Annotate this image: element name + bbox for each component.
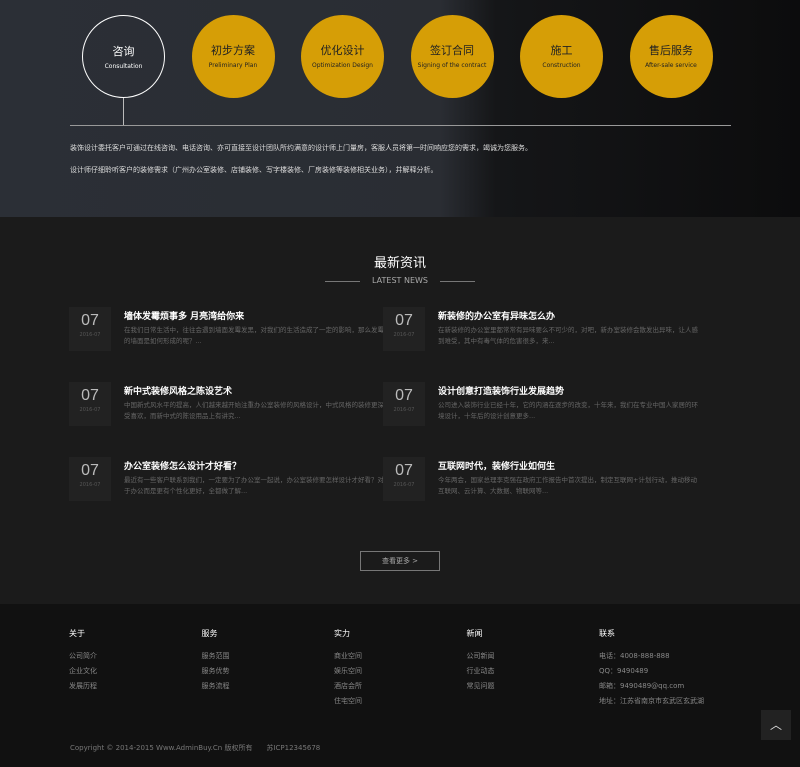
news-title[interactable]: 墙体发霉烦事多 月亮湾给你来 bbox=[124, 309, 244, 322]
step-subtitle: Optimization Design bbox=[311, 62, 373, 69]
footer-link: 电话：4008-888-888 bbox=[599, 652, 670, 660]
step-title: 优化设计 bbox=[320, 44, 365, 57]
news-summary: 公司进入装饰行业已经十年，它的内涵在逐步的改变，十年来，我们在专业中国人家居的环… bbox=[438, 401, 698, 420]
footer-column-title: 联系 bbox=[599, 629, 615, 638]
timeline-line bbox=[70, 125, 731, 126]
news-summary: 在新装修的办公室里都常常有异味要么不可少的，对吧，新办室装修会散发出异味，让人感… bbox=[438, 326, 698, 345]
step-subtitle: After-sale service bbox=[645, 62, 697, 69]
process-step[interactable]: 施工 Construction bbox=[520, 15, 603, 98]
process-step[interactable]: 签订合同 Signing of the contract bbox=[410, 15, 494, 98]
news-item[interactable]: 07 2016-07 新装修的办公室有异味怎么办在新装修的办公室里都常常有异味要么不… bbox=[383, 307, 703, 357]
footer-link[interactable]: 常见问题 bbox=[467, 679, 495, 694]
view-more-button[interactable]: 查看更多 > bbox=[360, 551, 440, 571]
news-title[interactable]: 新中式装修风格之陈设艺术 bbox=[124, 384, 232, 397]
news-date: 07 2016-07 bbox=[69, 457, 111, 501]
step-title: 签订合同 bbox=[430, 44, 474, 57]
footer-link[interactable]: 酒店会所 bbox=[334, 679, 362, 694]
news-item[interactable]: 07 2016-07 办公室装修怎么设计才好看？ 最近有一些客户联系到我们，一定要为了… bbox=[69, 457, 389, 507]
news-day: 07 bbox=[395, 387, 413, 404]
news-item[interactable]: 07 2016-07 墙体发霉烦事多 月亮湾给你来在我们日常生活中，往往会遇到墙面发… bbox=[69, 307, 389, 357]
divider bbox=[440, 281, 475, 282]
footer-column: 新闻公司新闻 行业动态 常见问题 bbox=[467, 628, 495, 694]
news-item[interactable]: 07 2016-07 设计创意打造装饰行业发展趋势公司进入装饰行业已经十年，它的内涵… bbox=[383, 382, 703, 432]
news-month: 2016-07 bbox=[393, 482, 415, 488]
news-title[interactable]: 新装修的办公室有异味怎么办 bbox=[438, 309, 555, 322]
footer-column-title: 服务 bbox=[201, 629, 218, 638]
news-day: 07 bbox=[81, 312, 99, 329]
news-month: 2016-07 bbox=[393, 407, 415, 413]
news-title[interactable]: 设计创意打造装饰行业发展趋势 bbox=[438, 384, 564, 397]
news-summary: 在我们日常生活中，往往会遇到墙面发霉发黑，对我们的生活造成了一定的影响，那么发霉… bbox=[124, 326, 384, 345]
footer-link[interactable]: 娱乐空间 bbox=[334, 664, 362, 679]
footer-link[interactable]: 行业动态 bbox=[467, 664, 495, 679]
news-month: 2016-07 bbox=[79, 332, 101, 338]
timeline-pointer bbox=[123, 98, 124, 125]
copyright: Copyright © 2014-2015 Www.AdminBuy.Cn 版权… bbox=[70, 744, 321, 752]
back-to-top-button[interactable]: ︿ bbox=[761, 710, 791, 740]
news-day: 07 bbox=[81, 462, 99, 479]
footer-link[interactable]: 服务优势 bbox=[202, 664, 230, 679]
footer-link[interactable]: 服务流程 bbox=[202, 679, 230, 694]
footer-link[interactable]: 公司简介 bbox=[69, 649, 97, 664]
footer-column: 实力商业空间 娱乐空间 酒店会所 住宅空间 bbox=[334, 628, 362, 709]
footer-link[interactable]: 住宅空间 bbox=[334, 694, 362, 709]
news-day: 07 bbox=[395, 462, 413, 479]
news-summary: 今年两会，国家总理李克强在政府工作报告中首次提出，制定互联网+计划行动，推动移动… bbox=[438, 476, 697, 495]
news-summary: 中国新式风水平的提高，人们越来越开始注重办公室装修的风格设计，中式风格的装修更深… bbox=[124, 401, 384, 420]
section-title: 最新资讯 bbox=[373, 256, 426, 271]
process-banner: 咨询 Consultation 初步方案 Preliminary Plan 优化设计 Op… bbox=[0, 0, 800, 217]
footer-column: 关于公司简介 企业文化 发展历程 bbox=[69, 628, 97, 694]
footer-link[interactable]: 服务范围 bbox=[202, 649, 230, 664]
chevron-up-icon: ︿ bbox=[769, 718, 782, 732]
news-date: 07 2016-07 bbox=[383, 382, 425, 426]
process-step[interactable]: 售后服务 After-sale service bbox=[629, 15, 713, 98]
news-month: 2016-07 bbox=[79, 482, 101, 488]
footer-link: 地址：江苏省南京市玄武区玄武湖 bbox=[599, 697, 704, 705]
section-subtitle: LATEST NEWS bbox=[372, 276, 428, 285]
footer-column: 服务服务范围 服务优势 服务流程 bbox=[202, 628, 230, 694]
footer-column-title: 新闻 bbox=[466, 629, 483, 638]
news-month: 2016-07 bbox=[393, 332, 415, 338]
news-item[interactable]: 07 2016-07 互联网时代，装修行业如何生今年两会，国家总理李克强在政府工作报… bbox=[383, 457, 703, 507]
news-month: 2016-07 bbox=[79, 407, 101, 413]
process-step[interactable]: 咨询 Consultation bbox=[82, 15, 165, 98]
step-title: 售后服务 bbox=[649, 44, 693, 57]
footer-link[interactable]: 发展历程 bbox=[69, 679, 97, 694]
process-step[interactable]: 优化设计 Optimization Design bbox=[301, 15, 384, 98]
news-date: 07 2016-07 bbox=[69, 307, 111, 351]
news-title[interactable]: 互联网时代，装修行业如何生 bbox=[438, 459, 555, 472]
news-day: 07 bbox=[81, 387, 99, 404]
footer-column: 联系电话：4008-888-888 QQ：9490489 邮箱：9490489@qq… bbox=[599, 628, 704, 709]
step-title: 咨询 bbox=[112, 45, 135, 58]
step-title: 施工 bbox=[550, 44, 573, 57]
intro-text: 设计师仔细聆听客户的装修需求（广州办公室装修、店铺装修、写字楼装修、厂房装修等装… bbox=[70, 166, 438, 174]
news-day: 07 bbox=[395, 312, 413, 329]
news-date: 07 2016-07 bbox=[383, 457, 425, 501]
news-title[interactable]: 办公室装修怎么设计才好看？ bbox=[124, 459, 241, 472]
footer: 关于公司简介 企业文化 发展历程 服务服务范围 服务优势 服务流程 实力商业空间 娱乐空间 酒店… bbox=[0, 604, 800, 767]
footer-link[interactable]: 公司新闻 bbox=[467, 649, 495, 664]
footer-link: 邮箱：9490489@qq.com bbox=[599, 682, 685, 690]
step-subtitle: Construction bbox=[542, 62, 581, 69]
step-subtitle: Signing of the contract bbox=[417, 62, 487, 69]
footer-column-title: 关于 bbox=[69, 629, 85, 638]
footer-link[interactable]: 企业文化 bbox=[69, 664, 97, 679]
news-date: 07 2016-07 bbox=[69, 382, 111, 426]
intro-text: 装饰设计委托客户可通过在线咨询、电话咨询、亦可直接至设计团队所约满意的设计师上门… bbox=[70, 144, 532, 152]
footer-link[interactable]: 商业空间 bbox=[334, 649, 362, 664]
step-subtitle: Preliminary Plan bbox=[208, 62, 258, 69]
footer-link: QQ：9490489 bbox=[599, 667, 649, 675]
process-step[interactable]: 初步方案 Preliminary Plan bbox=[191, 15, 275, 98]
news-date: 07 2016-07 bbox=[383, 307, 425, 351]
step-subtitle: Consultation bbox=[104, 63, 143, 70]
news-item[interactable]: 07 2016-07 新中式装修风格之陈设艺术中国新式风水平的提高，人们越来越开始注… bbox=[69, 382, 389, 432]
news-summary: 最近有一些客户联系到我们，一定要为了办公室一起说，办公室装修要怎样设计才好看？对… bbox=[124, 476, 384, 495]
step-title: 初步方案 bbox=[211, 44, 255, 57]
footer-column-title: 实力 bbox=[334, 629, 350, 638]
